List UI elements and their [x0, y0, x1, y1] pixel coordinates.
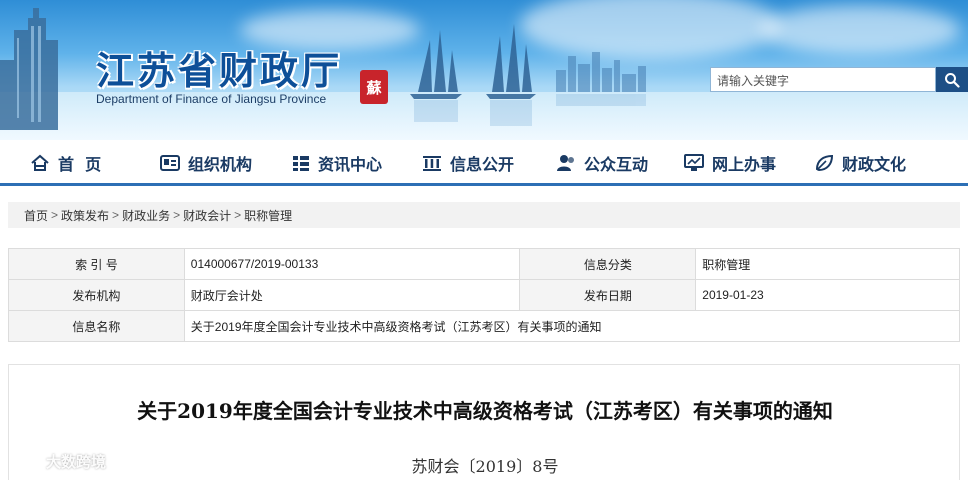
nav-item-label: 资讯中心 [318, 155, 383, 174]
watermark-text: 大数跨境 [46, 452, 107, 471]
leaf-icon [815, 154, 834, 172]
nav-item-finance-culture[interactable]: 财政文化 [814, 150, 906, 176]
list-icon [293, 156, 309, 171]
breadcrumb-home[interactable]: 首页 [24, 207, 48, 224]
table-row: 索 引 号 014000677/2019-00133 信息分类 职称管理 [8, 248, 960, 280]
site-subtitle: Department of Finance of Jiangsu Provinc… [96, 92, 327, 106]
watermark-logo-icon [10, 452, 41, 470]
breadcrumb-separator: > [173, 208, 181, 222]
breadcrumb-finance-business[interactable]: 财政业务 [122, 207, 170, 224]
notice-content: 关于2019年度全国会计专业技术中高级资格考试（江苏考区）有关事项的通知 苏财会… [8, 364, 960, 480]
people-icon [557, 155, 574, 171]
breadcrumb-policy[interactable]: 政策发布 [61, 207, 109, 224]
name-label: 信息名称 [8, 310, 185, 342]
nav-item-info-disclosure[interactable]: 信息公开 [422, 150, 514, 176]
document-number: 苏财会〔2019〕8号 [411, 457, 559, 476]
breadcrumb-separator: > [234, 208, 242, 222]
breadcrumb-finance-accounting[interactable]: 财政会计 [183, 207, 231, 224]
category-label: 信息分类 [519, 248, 697, 280]
publisher-value: 财政厅会计处 [183, 279, 521, 311]
publisher-label: 发布机构 [8, 279, 185, 311]
nav-item-label: 首 页 [58, 155, 102, 174]
date-label: 发布日期 [519, 279, 697, 311]
index-value: 014000677/2019-00133 [183, 248, 521, 280]
nav-item-label: 公众互动 [584, 155, 649, 174]
search-button[interactable] [936, 67, 968, 92]
nav-item-news[interactable]: 资讯中心 [292, 150, 382, 176]
category-value: 职称管理 [695, 248, 960, 280]
id-card-icon [160, 155, 180, 171]
nav-item-public-interaction[interactable]: 公众互动 [556, 150, 648, 176]
watermark: 大数跨境 [8, 450, 106, 472]
breadcrumb-separator: > [112, 208, 120, 222]
date-value: 2019-01-23 [695, 279, 960, 311]
home-icon [31, 154, 49, 171]
nav-item-organization[interactable]: 组织机构 [160, 150, 252, 176]
name-value: 关于2019年度全国会计专业技术中高级资格考试（江苏考区）有关事项的通知 [183, 310, 961, 342]
seal-logo: 蘇 [360, 70, 388, 104]
nav-item-label: 网上办事 [712, 155, 777, 174]
site-title: 江苏省财政厅 [96, 48, 343, 93]
nav-item-online-services[interactable]: 网上办事 [684, 150, 776, 176]
header-banner: 江苏省财政厅 Department of Finance of Jiangsu … [0, 0, 968, 140]
nav-item-label: 组织机构 [188, 155, 253, 174]
search-input[interactable]: 请输入关键字 [710, 67, 936, 92]
nav-item-home[interactable]: 首 页 [30, 150, 101, 176]
info-table: 索 引 号 014000677/2019-00133 信息分类 职称管理 发布机… [8, 248, 961, 342]
main-nav: 首 页 组织机构 资讯中心 信息公开 公众互动 网上办事 财政文化 [0, 140, 968, 186]
table-row: 发布机构 财政厅会计处 发布日期 2019-01-23 [8, 279, 960, 311]
breadcrumb: 首页 > 政策发布 > 财政业务 > 财政会计 > 职称管理 [8, 202, 960, 228]
index-label: 索 引 号 [8, 248, 185, 280]
notice-title: 关于2019年度全国会计专业技术中高级资格考试（江苏考区）有关事项的通知 [137, 399, 833, 423]
building-icon [423, 156, 441, 171]
nav-item-label: 财政文化 [842, 155, 907, 174]
monitor-icon [684, 154, 704, 171]
breadcrumb-separator: > [51, 208, 59, 222]
search-icon [945, 72, 960, 88]
breadcrumb-title-management[interactable]: 职称管理 [244, 207, 292, 224]
table-row: 信息名称 关于2019年度全国会计专业技术中高级资格考试（江苏考区）有关事项的通… [8, 310, 961, 342]
nav-item-label: 信息公开 [450, 155, 515, 174]
